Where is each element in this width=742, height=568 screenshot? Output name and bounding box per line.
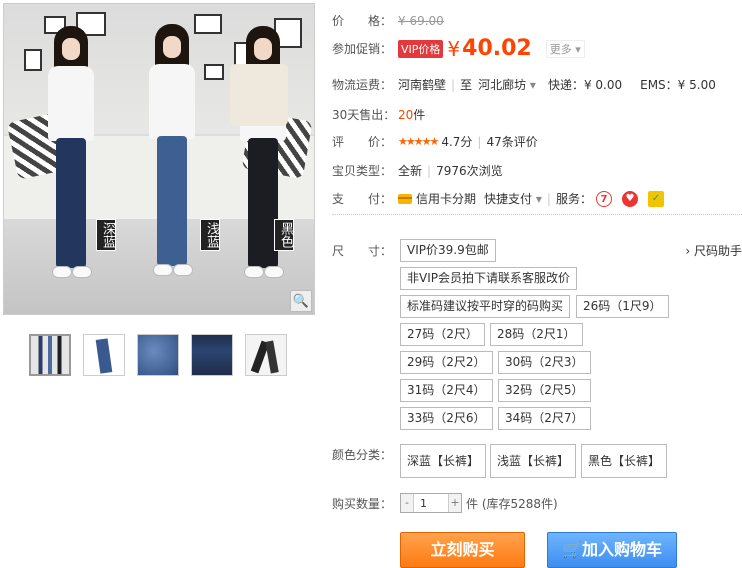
invoice-icon[interactable]: ✓ [647,190,664,207]
size-option[interactable]: 29码（2尺2） [400,351,493,374]
quick-pay-select[interactable]: 快捷支付 ▾ [484,190,542,207]
shipping-label: 物流运费： [332,78,393,92]
quantity-label-row: 购买数量： [332,495,398,512]
color-tag-light-blue: 浅蓝 [200,219,220,251]
wall-frame [24,49,42,71]
sold-row: 30天售出： 20 件 [332,106,425,123]
ems-fee: EMS：¥ 5.00 [640,78,716,92]
size-option[interactable]: 非VIP会员拍下请联系客服改价 [400,267,577,290]
reviews-link[interactable]: 47条评价 [486,133,537,150]
rating-row: 评 价： ★★★★★ 4.7分 | 47条评价 [332,133,538,150]
size-label-row: 尺 寸： [332,242,398,259]
ship-to-select[interactable]: 河北廊坊 ▾ [478,76,536,93]
express-fee: 快递：¥ 0.00 [547,78,623,92]
thumbnail-strip [29,334,287,376]
more-promos-button[interactable]: 更多 ▾ [545,39,585,58]
size-option[interactable]: 28码（2尺1） [490,323,583,346]
size-option[interactable]: 27码（2尺） [400,323,485,346]
size-option[interactable]: VIP价39.9包邮 [400,239,496,262]
star-rating-icon: ★★★★★ [398,135,439,148]
type-row: 宝贝类型： 全新 | 7976次浏览 [332,163,503,179]
size-option[interactable]: 30码（2尺3） [498,351,591,374]
size-option[interactable]: 32码（2尺5） [498,379,591,402]
held-pillow [230,64,288,126]
size-helper-link[interactable]: › 尺码助手 [685,242,742,259]
price-label: 价 格： [332,14,393,28]
seven-day-return-icon[interactable]: 7 [595,190,612,207]
chevron-down-icon: ▾ [529,78,536,92]
sold-label: 30天售出： [332,108,396,122]
price-row: 价 格： ¥ 69.00 [332,12,444,29]
promo-price: 40.02 [462,36,532,61]
color-tag-dark-blue: 深蓝 [96,219,116,251]
color-option-black[interactable]: 黑色【长裤】 [581,444,668,478]
shipping-row: 物流运费： 河南鹤壁 | 至 河北廊坊 ▾ 快递：¥ 0.00 EMS：¥ 5.… [332,76,716,93]
thumbnail-3[interactable] [137,334,179,376]
add-to-cart-button[interactable]: 🛒加入购物车 [547,532,677,568]
color-label-row: 颜色分类： [332,446,398,463]
promo-row: 参加促销： VIP价格 ¥ 40.02 更多 ▾ [332,36,585,61]
credit-installment-link[interactable]: 信用卡分期 [416,190,476,207]
color-label: 颜色分类： [332,448,393,462]
quantity-input[interactable] [413,494,449,512]
thumbnail-5[interactable] [245,334,287,376]
payment-row: 支 付： 信用卡分期 快捷支付 ▾ | 服务： 7 ♥ ✓ [332,190,664,207]
model-figure [46,26,96,286]
guarantee-icon[interactable]: ♥ [621,190,638,207]
size-option[interactable]: 33码（2尺6） [400,407,493,430]
thumbnail-1[interactable] [29,334,71,376]
stock-info: 件 (库存5288件) [466,496,558,511]
color-tag-black: 黑色 [274,219,294,251]
sold-unit: 件 [413,108,426,122]
wall-frame [194,14,222,34]
size-option[interactable]: 标准码建议按平时穿的码购买 [400,295,571,318]
ship-from: 河南鹤壁 [398,78,447,92]
sold-count: 20 [398,107,414,122]
original-price: ¥ 69.00 [398,13,444,28]
quantity-label: 购买数量： [332,497,393,511]
quantity-stepper: - + 件 (库存5288件) [400,493,558,513]
model-figure [147,24,197,284]
wall-frame [204,64,224,80]
vip-price-badge: VIP价格 [398,39,444,58]
size-option[interactable]: 26码（1尺9） [576,295,669,318]
promo-label: 参加促销： [332,42,393,56]
view-count: 7976次浏览 [436,164,503,178]
size-label: 尺 寸： [332,244,393,258]
quantity-increase-button[interactable]: + [449,494,461,512]
currency-symbol: ¥ [447,36,461,61]
buy-now-button[interactable]: 立刻购买 [400,532,525,568]
credit-card-icon [398,193,412,204]
divider [332,214,742,215]
service-label: 服务： [555,192,592,206]
cart-icon: 🛒 [562,540,582,559]
size-option[interactable]: 31码（2尺4） [400,379,493,402]
chevron-down-icon: ▾ [535,192,542,206]
quantity-decrease-button[interactable]: - [401,494,413,512]
color-option-light-blue[interactable]: 浅蓝【长裤】 [490,444,577,478]
rating-label: 评 价： [332,135,393,149]
type-label: 宝贝类型： [332,164,393,178]
thumbnail-2[interactable] [83,334,125,376]
main-product-image[interactable]: 深蓝 浅蓝 黑色 🔍 [3,3,315,315]
color-option-dark-blue[interactable]: 深蓝【长裤】 [400,444,487,478]
thumbnail-4[interactable] [191,334,233,376]
size-option[interactable]: 34码（2尺7） [498,407,591,430]
magnifier-icon[interactable]: 🔍 [290,290,312,312]
payment-label: 支 付： [332,192,393,206]
rating-score: 4.7分 [441,135,473,149]
item-condition: 全新 [398,164,423,178]
ship-to-prefix: 至 [460,78,473,92]
